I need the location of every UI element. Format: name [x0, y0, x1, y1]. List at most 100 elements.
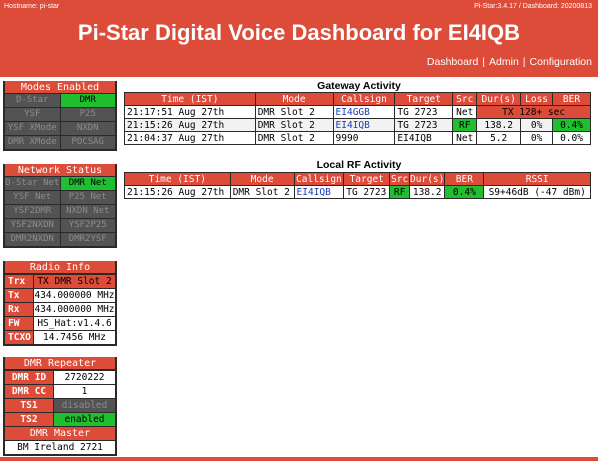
- tx-duration-cell: TX 128+ sec: [476, 105, 591, 119]
- header-bar: Hostname: pi-star Pi-Star:3.4.17 / Dashb…: [0, 0, 598, 74]
- dmr-repeater-panel: DMR Repeater DMR ID 2720222 DMR CC 1 TS1 di…: [3, 357, 117, 456]
- net-dmr2nxdn: DMR2NXDN: [5, 233, 60, 246]
- loss-cell: 0%: [520, 131, 554, 145]
- col-ber: BER: [552, 92, 591, 106]
- mode-dmr: DMR: [60, 94, 115, 107]
- col-src: Src: [452, 92, 478, 106]
- col-target: Target: [343, 172, 391, 186]
- net-ysf2nxdn: YSF2NXDN: [5, 219, 60, 232]
- net-ysf-net: YSF Net: [5, 191, 60, 204]
- dmr-id-key: DMR ID: [5, 371, 53, 384]
- mode-d-star: D-Star: [5, 94, 60, 107]
- gateway-header-row: Time (IST) Mode Callsign Target Src Dur(…: [124, 92, 591, 106]
- time-cell: 21:15:26 Aug 27th: [124, 185, 231, 199]
- src-cell: RF: [389, 185, 411, 199]
- target-cell: TG 2723: [394, 105, 454, 119]
- hostname-label: Hostname: pi-star: [4, 3, 60, 10]
- table-row: 21:15:26 Aug 27th DMR Slot 2 EI4IQB TG 2…: [124, 185, 591, 199]
- tcxo-key: TCXO: [5, 331, 33, 344]
- mode-p25: P25: [60, 108, 115, 121]
- col-time: Time (IST): [124, 92, 256, 106]
- net-ysf2p25: YSF2P25: [60, 219, 115, 232]
- radio-info-table: Trx TX DMR Slot 2 Tx 434.000000 MHz Rx 434.…: [5, 275, 115, 344]
- mode-pocsag: POCSAG: [60, 136, 115, 149]
- time-cell: 21:04:37 Aug 27th: [124, 131, 256, 145]
- callsign-cell: 9990: [332, 131, 396, 145]
- time-cell: 21:17:51 Aug 27th: [124, 105, 256, 119]
- duration-cell: 138.2: [476, 118, 522, 132]
- col-rssi: RSSI: [483, 172, 591, 186]
- page-title: Pi-Star Digital Voice Dashboard for EI4I…: [77, 20, 521, 45]
- col-dur: Dur(s): [409, 172, 446, 186]
- col-time: Time (IST): [124, 172, 231, 186]
- trx-value: TX DMR Slot 2: [34, 275, 115, 288]
- ts2-key: TS2: [5, 413, 53, 426]
- version-label: Pi-Star:3.4.17 / Dashboard: 20200813: [474, 3, 592, 10]
- col-target: Target: [394, 92, 454, 106]
- dmr-repeater-table: DMR ID 2720222 DMR CC 1 TS1 disabled TS2 ena…: [5, 371, 115, 426]
- mode-ysf: YSF: [5, 108, 60, 121]
- mode-ysf-xmode: YSF XMode: [5, 122, 60, 135]
- nav-configuration-link[interactable]: Configuration: [530, 56, 592, 68]
- callsign-link[interactable]: EI4IQB: [293, 185, 345, 199]
- mode-cell: DMR Slot 2: [254, 118, 334, 132]
- col-src: Src: [389, 172, 411, 186]
- modes-enabled-panel: Modes Enabled D-Star DMR YSF P25 YSF XMode NX…: [3, 81, 117, 151]
- duration-cell: 138.2: [409, 185, 446, 199]
- tcxo-value: 14.7456 MHz: [34, 331, 115, 344]
- dmr-master-title: DMR Master: [5, 427, 115, 440]
- nav-admin-link[interactable]: Admin: [489, 56, 519, 68]
- src-cell: Net: [452, 131, 478, 145]
- rssi-cell: S9+46dB (-47 dBm): [483, 185, 591, 199]
- nav-dashboard-link[interactable]: Dashboard: [427, 56, 478, 68]
- fw-value: HS_Hat:v1.4.6: [34, 317, 115, 330]
- modes-grid: D-Star DMR YSF P25 YSF XMode NXDN DMR XMode POC…: [5, 94, 115, 149]
- mode-cell: DMR Slot 2: [254, 131, 334, 145]
- fw-key: FW: [5, 317, 33, 330]
- dmr-cc-key: DMR CC: [5, 385, 53, 398]
- target-cell: TG 2723: [343, 185, 391, 199]
- net-dmr2ysf: DMR2YSF: [60, 233, 115, 246]
- duration-cell: 5.2: [476, 131, 522, 145]
- mode-dmr-xmode: DMR XMode: [5, 136, 60, 149]
- tx-key: Tx: [5, 289, 33, 302]
- col-callsign: Callsign: [332, 92, 396, 106]
- dmr-cc-value: 1: [54, 385, 115, 398]
- src-cell: Net: [452, 105, 478, 119]
- modes-enabled-title: Modes Enabled: [5, 81, 115, 94]
- src-cell: RF: [452, 118, 478, 132]
- ts1-value: disabled: [54, 399, 115, 412]
- radio-info-title: Radio Info: [5, 261, 115, 274]
- nav-separator: |: [522, 56, 526, 68]
- dmr-id-value: 2720222: [54, 371, 115, 384]
- local-rf-activity-title: Local RF Activity: [316, 159, 402, 171]
- col-dur: Dur(s): [476, 92, 522, 106]
- ber-cell: 0.4%: [444, 185, 485, 199]
- trx-key: Trx: [5, 275, 33, 288]
- table-row: 21:17:51 Aug 27th DMR Slot 2 EI4GGB TG 2…: [124, 105, 591, 119]
- table-row: 21:04:37 Aug 27th DMR Slot 2 9990 EI4IQB…: [124, 131, 591, 145]
- net-nxdn-net: NXDN Net: [60, 205, 115, 218]
- net-d-star-net: D-Star Net: [5, 177, 60, 190]
- callsign-link[interactable]: EI4GGB: [332, 105, 396, 119]
- table-row: 21:15:26 Aug 27th DMR Slot 2 EI4IQB TG 2…: [124, 118, 591, 132]
- col-ber: BER: [444, 172, 485, 186]
- ts2-value: enabled: [54, 413, 115, 426]
- radio-info-panel: Radio Info Trx TX DMR Slot 2 Tx 434.000000…: [3, 261, 117, 346]
- net-dmr-net: DMR Net: [60, 177, 115, 190]
- dmr-master-value: BM Ireland 2721: [5, 441, 115, 454]
- rx-value: 434.000000 MHz: [34, 303, 115, 316]
- col-loss: Loss: [520, 92, 554, 106]
- gateway-activity-table: Time (IST) Mode Callsign Target Src Dur(…: [124, 92, 591, 145]
- mode-cell: DMR Slot 2: [254, 105, 334, 119]
- target-cell: TG 2723: [394, 118, 454, 132]
- ber-cell: 0.0%: [552, 131, 591, 145]
- local-rf-activity-table: Time (IST) Mode Callsign Target Src Dur(…: [124, 172, 591, 199]
- nav-separator: |: [482, 56, 486, 68]
- tx-value: 434.000000 MHz: [34, 289, 115, 302]
- callsign-link[interactable]: EI4IQB: [332, 118, 396, 132]
- network-status-panel: Network Status D-Star Net DMR Net YSF Net P…: [3, 164, 117, 248]
- net-p25-net: P25 Net: [60, 191, 115, 204]
- network-status-title: Network Status: [5, 164, 115, 177]
- ber-cell: 0.4%: [552, 118, 591, 132]
